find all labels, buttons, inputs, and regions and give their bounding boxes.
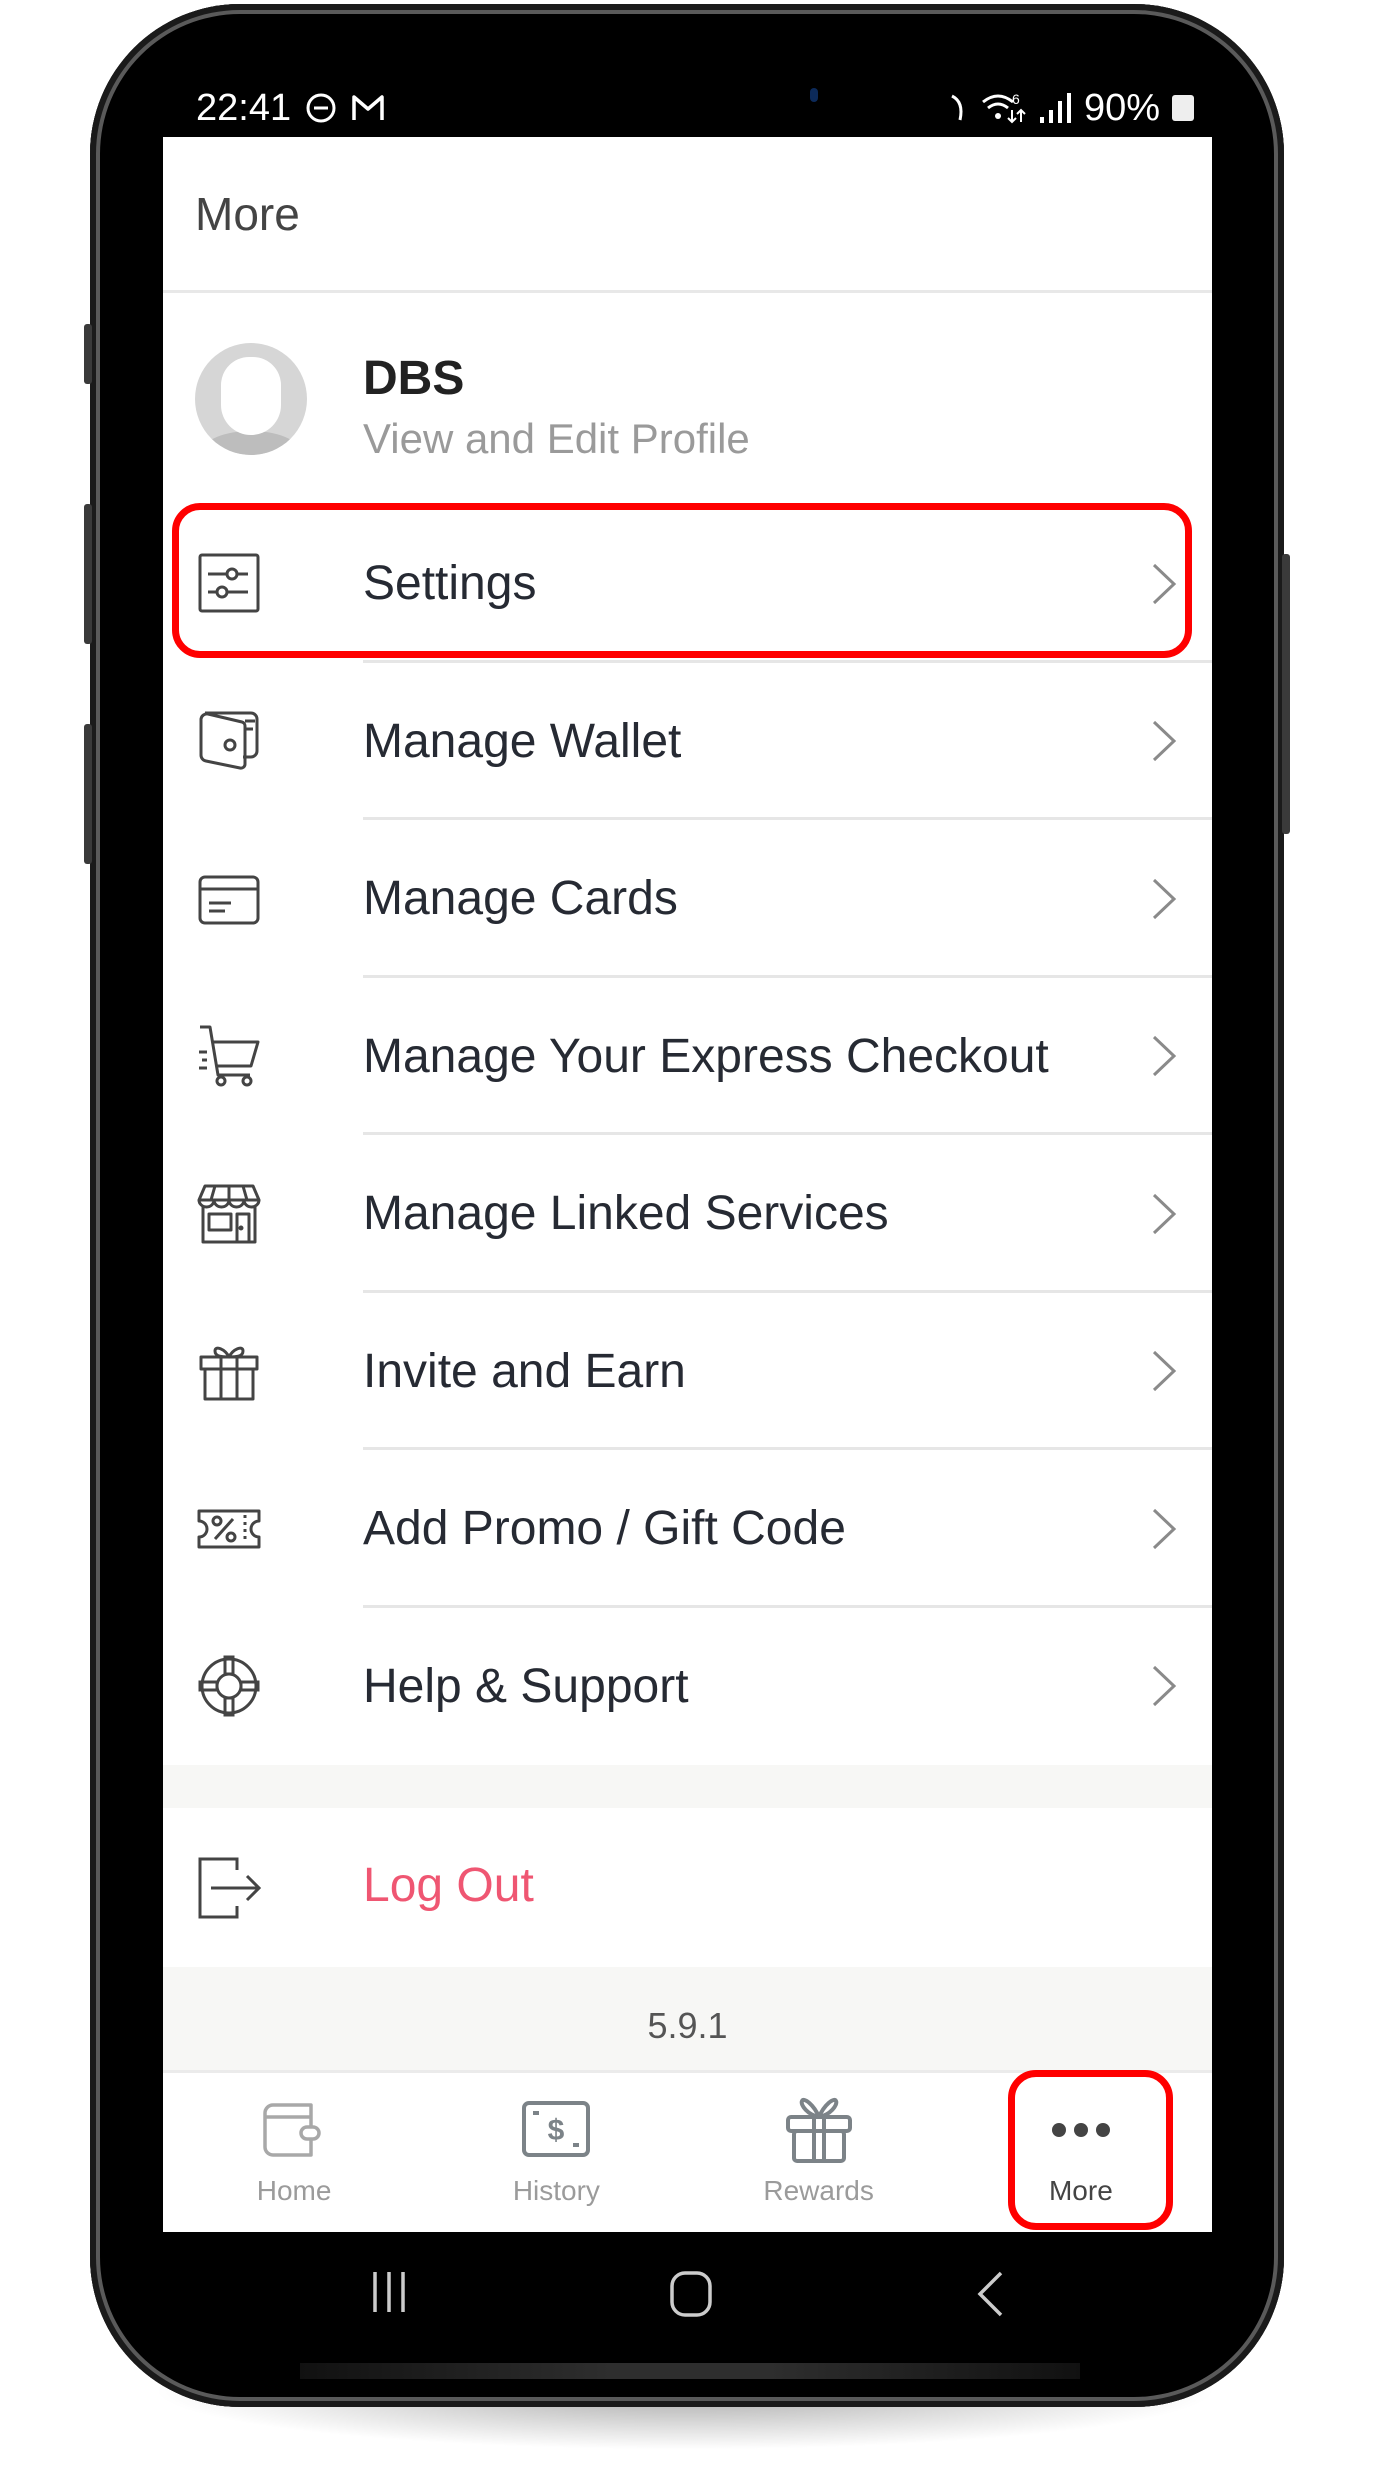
card-icon [197, 867, 261, 931]
chevron-right-icon [1150, 877, 1178, 921]
profile-row[interactable]: DBS View and Edit Profile [163, 293, 1212, 505]
app-version: 5.9.1 [647, 2005, 728, 2046]
system-navigation-bar [163, 2232, 1212, 2344]
power-button [1282, 554, 1290, 834]
page-title: More [195, 188, 300, 240]
battery-percent: 90% [1083, 86, 1160, 129]
cart-icon [197, 1024, 261, 1088]
do-not-disturb-icon [305, 92, 337, 124]
app-screen: More DBS View and Edit Profile Settings … [163, 137, 1212, 2232]
front-camera [810, 88, 818, 102]
logout-icon [197, 1856, 261, 1920]
svg-text:$: $ [548, 2114, 565, 2147]
side-button [84, 324, 92, 384]
section-spacer [163, 1765, 1212, 1808]
menu-item-label: Help & Support [363, 1659, 689, 1713]
tab-label: History [512, 2175, 600, 2206]
menu-item-label: Manage Linked Services [363, 1187, 889, 1241]
coupon-icon [197, 1497, 261, 1561]
storefront-icon [197, 1182, 261, 1246]
tab-label: Home [256, 2175, 332, 2206]
version-footer: 5.9.1 [163, 1967, 1212, 2073]
gmail-icon [351, 94, 385, 122]
volume-down-button [84, 724, 92, 864]
menu-item-help-support[interactable]: Help & Support [163, 1608, 1212, 1766]
chevron-right-icon [1150, 1349, 1178, 1393]
recents-icon[interactable] [369, 2270, 409, 2314]
tab-home[interactable]: Home [163, 2073, 425, 2232]
menu-item-linked-services[interactable]: Manage Linked Services [163, 1135, 1212, 1293]
volume-up-button [84, 504, 92, 644]
menu-item-invite-earn[interactable]: Invite and Earn [163, 1293, 1212, 1451]
receipt-dollar-icon: $ [521, 2095, 591, 2165]
menu-item-label: Manage Wallet [363, 714, 682, 768]
status-bar-right: 6 90% [950, 86, 1194, 130]
view-edit-profile-link[interactable]: View and Edit Profile [363, 415, 750, 463]
menu-item-express-checkout[interactable]: Manage Your Express Checkout [163, 978, 1212, 1136]
settings-highlight-annotation [172, 503, 1192, 658]
back-icon[interactable] [975, 2270, 1005, 2318]
menu-item-label: Manage Cards [363, 872, 678, 926]
lifebuoy-icon [197, 1654, 261, 1718]
logout-label: Log Out [363, 1859, 534, 1912]
more-tab-highlight-annotation [1008, 2070, 1173, 2230]
status-bar-left: 22:41 [196, 86, 385, 130]
alarm-icon [950, 92, 968, 124]
wallet-icon [259, 2095, 329, 2165]
avatar [195, 343, 307, 455]
signal-icon [1038, 91, 1072, 125]
phone-speaker-grille [300, 2363, 1080, 2379]
wallet-icon [197, 709, 261, 773]
tab-history[interactable]: $ History [425, 2073, 687, 2232]
menu-item-promo-code[interactable]: Add Promo / Gift Code [163, 1450, 1212, 1608]
menu-list: Settings Manage Wallet Manage Cards Mana… [163, 505, 1212, 1765]
wifi-6-icon: 6 [980, 90, 1026, 126]
menu-item-manage-wallet[interactable]: Manage Wallet [163, 663, 1212, 821]
chevron-right-icon [1150, 1034, 1178, 1078]
chevron-right-icon [1150, 719, 1178, 763]
home-icon[interactable] [669, 2270, 713, 2318]
battery-icon [1172, 95, 1194, 121]
svg-text:6: 6 [1012, 91, 1020, 107]
menu-item-label: Manage Your Express Checkout [363, 1029, 1049, 1083]
chevron-right-icon [1150, 1664, 1178, 1708]
gift-icon [197, 1339, 261, 1403]
chevron-right-icon [1150, 1507, 1178, 1551]
menu-item-label: Invite and Earn [363, 1344, 686, 1398]
profile-name: DBS [363, 352, 465, 405]
logout-button[interactable]: Log Out [163, 1808, 1212, 1967]
gift-icon [784, 2095, 854, 2165]
app-header: More [163, 137, 1212, 293]
tab-label: Rewards [763, 2175, 874, 2206]
tab-rewards[interactable]: Rewards [688, 2073, 950, 2232]
status-time: 22:41 [196, 86, 292, 129]
menu-item-label: Add Promo / Gift Code [363, 1502, 846, 1556]
chevron-right-icon [1150, 1192, 1178, 1236]
menu-item-manage-cards[interactable]: Manage Cards [163, 820, 1212, 978]
